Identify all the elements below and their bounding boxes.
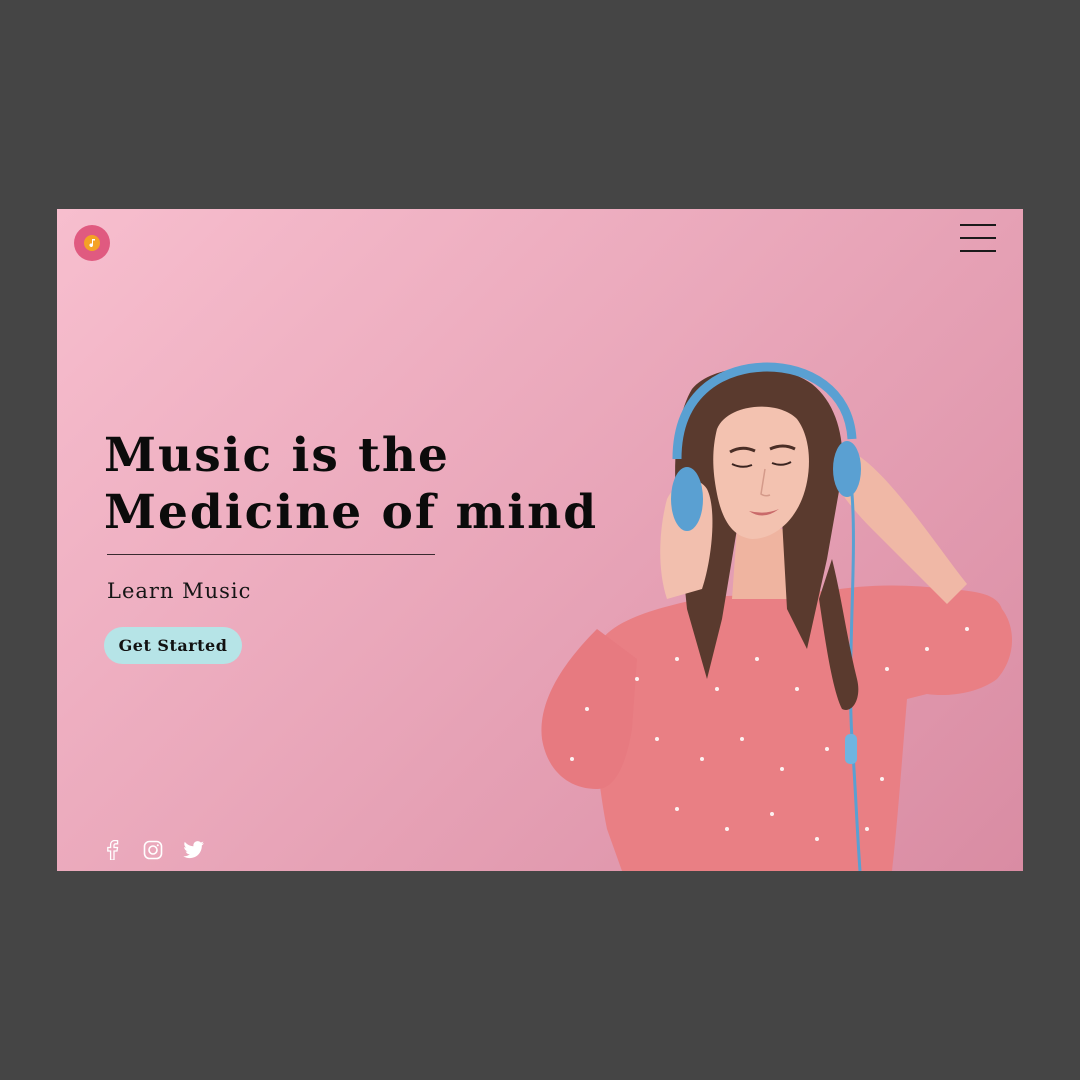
headline-line-1: Music is the — [104, 428, 450, 483]
headline: Music is the Medicine of mind — [104, 427, 598, 541]
divider — [107, 554, 435, 555]
headline-line-2: Medicine of mind — [104, 485, 599, 540]
hamburger-menu-icon[interactable] — [960, 224, 998, 252]
subtitle: Learn Music — [107, 579, 252, 603]
twitter-icon[interactable] — [183, 839, 205, 861]
logo[interactable] — [74, 225, 110, 261]
facebook-icon[interactable] — [101, 839, 123, 861]
music-note-icon — [84, 235, 100, 251]
get-started-button[interactable]: Get Started — [104, 627, 242, 664]
instagram-icon[interactable] — [142, 839, 164, 861]
woman-with-headphones-photo — [541, 362, 1013, 871]
landing-page: Music is the Medicine of mind Learn Musi… — [57, 209, 1023, 871]
social-links — [101, 839, 205, 861]
